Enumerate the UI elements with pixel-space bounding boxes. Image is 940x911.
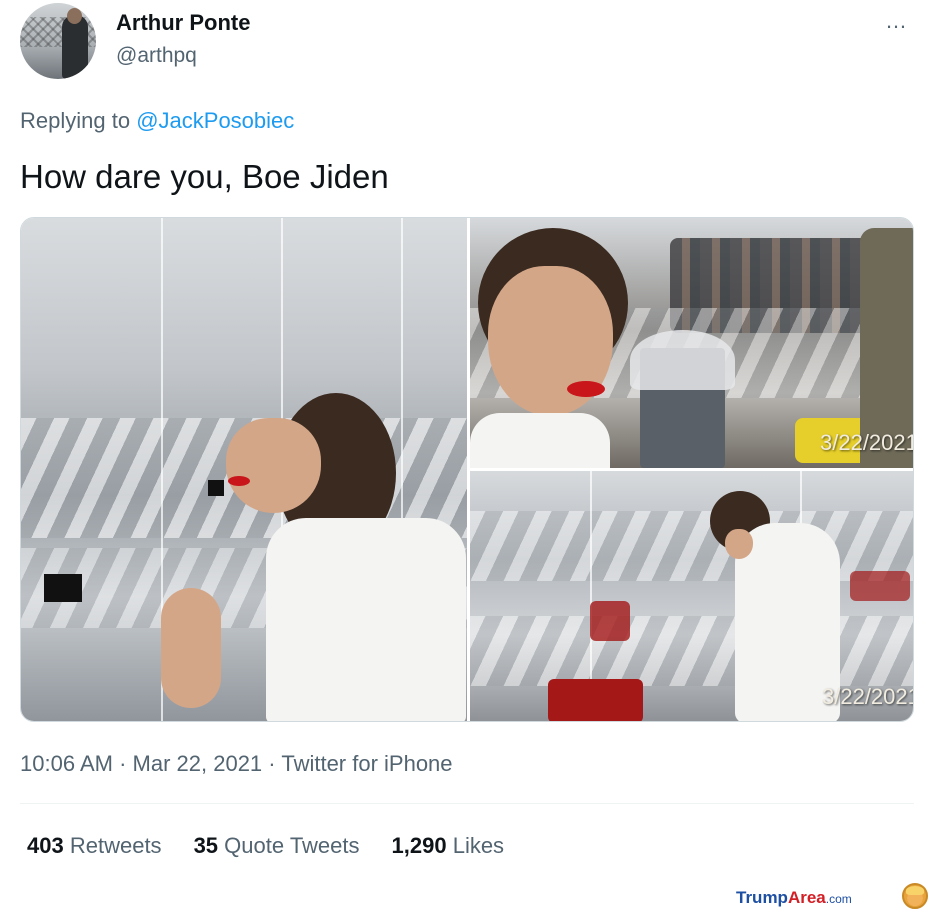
red-blanket	[590, 601, 630, 641]
photo-date-stamp: 3/22/2021	[822, 684, 914, 709]
reply-context: Replying to @JackPosobiec	[20, 108, 294, 134]
likes-stat[interactable]: 1,290 Likes	[392, 833, 505, 859]
censor-block	[208, 480, 224, 496]
watermark-part-1: Trump	[736, 888, 788, 907]
figure-shirt	[470, 413, 610, 468]
tweet-metadata: 10:06 AM · Mar 22, 2021 · Twitter for iP…	[20, 751, 453, 777]
figure-shirt	[266, 518, 466, 721]
figure-lips	[228, 476, 250, 486]
red-blanket	[850, 571, 910, 601]
tweet-date[interactable]: Mar 22, 2021	[133, 751, 263, 776]
tweet-time[interactable]: 10:06 AM	[20, 751, 113, 776]
divider	[20, 803, 914, 804]
meta-separator: ·	[268, 751, 276, 776]
avatar-head	[67, 8, 82, 24]
photo-date-stamp: 3/22/2021	[820, 430, 914, 455]
reply-prefix: Replying to	[20, 108, 131, 133]
watermark-logo-icon	[902, 883, 928, 909]
more-options-icon[interactable]: …	[885, 8, 908, 34]
retweets-count: 403	[27, 833, 64, 858]
quote-tweets-stat[interactable]: 35 Quote Tweets	[194, 833, 360, 859]
tweet-source[interactable]: Twitter for iPhone	[281, 751, 452, 776]
reply-mention-link[interactable]: @JackPosobiec	[136, 108, 294, 133]
meta-separator: ·	[119, 751, 127, 776]
media-photo-1[interactable]	[21, 218, 467, 721]
site-watermark: TrumpArea.com	[736, 888, 852, 908]
tweet-text: How dare you, Boe Jiden	[20, 158, 389, 195]
foil-blankets	[470, 616, 913, 686]
retweets-label: Retweets	[69, 833, 162, 858]
media-photo-3[interactable]: 3/22/2021	[470, 471, 914, 721]
media-photo-2[interactable]: 3/22/2021	[470, 218, 914, 468]
avatar-person	[62, 15, 88, 79]
figure-face	[226, 418, 321, 513]
figure-lips	[567, 381, 605, 397]
trash-bag	[630, 330, 735, 390]
likes-label: Likes	[452, 833, 505, 858]
red-blanket	[548, 679, 643, 721]
likes-count: 1,290	[391, 833, 447, 858]
watermark-part-2: Area	[787, 888, 826, 907]
watermark-part-3: .com	[825, 892, 852, 906]
author-name[interactable]: Arthur Ponte	[116, 10, 250, 36]
censor-block	[44, 574, 82, 602]
quote-tweets-count: 35	[193, 833, 219, 858]
tweet-stats: 403 Retweets 35 Quote Tweets 1,290 Likes	[27, 833, 504, 859]
tweet-media-grid: 3/22/2021 3/22/2021	[20, 217, 914, 722]
quote-tweets-label: Quote Tweets	[224, 833, 360, 858]
author-avatar[interactable]	[20, 3, 96, 79]
foil-blankets	[470, 511, 913, 581]
retweets-stat[interactable]: 403 Retweets	[27, 833, 162, 859]
figure-arm	[161, 588, 221, 708]
figure-hand	[725, 529, 753, 559]
author-handle[interactable]: @arthpq	[116, 44, 197, 68]
